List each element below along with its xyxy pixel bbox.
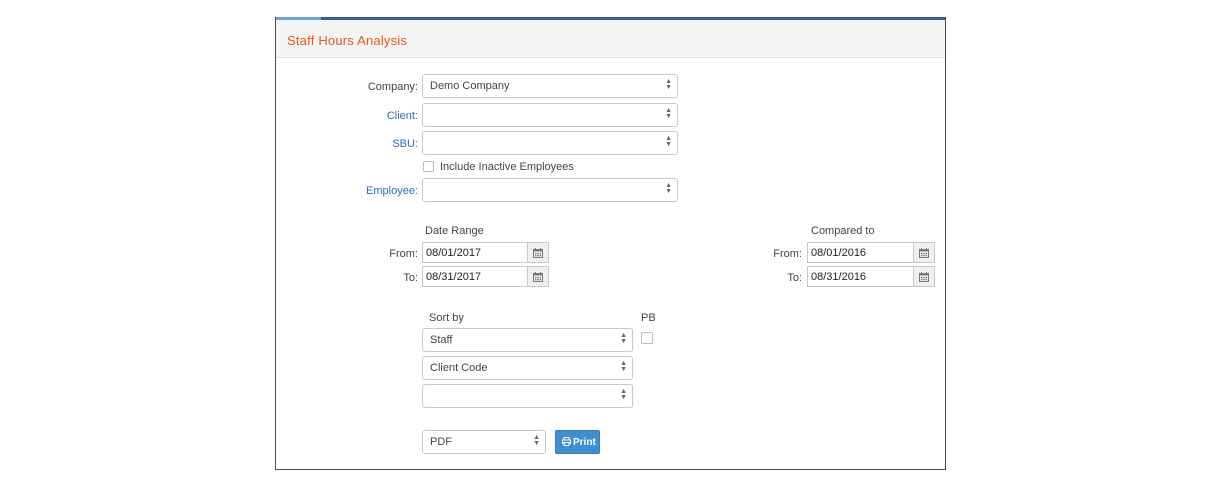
compared-to-calendar-button[interactable] <box>914 266 935 287</box>
pb-checkbox[interactable] <box>641 332 653 344</box>
updown-arrows-icon: ▲ ▼ <box>620 332 627 345</box>
date-range-to-value: 08/31/2017 <box>426 271 482 283</box>
print-button[interactable]: Print <box>555 430 600 454</box>
include-inactive-checkbox[interactable] <box>423 161 434 172</box>
updown-arrows-icon: ▲ ▼ <box>665 135 672 148</box>
include-inactive-label: Include Inactive Employees <box>440 161 574 173</box>
company-select[interactable]: Demo Company ▲ ▼ <box>422 74 678 98</box>
date-range-from-value: 08/01/2017 <box>426 247 482 259</box>
calendar-icon <box>919 272 929 282</box>
updown-arrows-icon: ▲ ▼ <box>533 434 540 447</box>
company-label: Company: <box>367 81 418 93</box>
updown-arrows-icon: ▲ ▼ <box>620 360 627 373</box>
compared-from-label: From: <box>773 248 802 260</box>
updown-arrows-icon: ▲ ▼ <box>665 182 672 195</box>
calendar-icon <box>533 272 543 282</box>
print-button-label: Print <box>573 437 596 448</box>
calendar-icon <box>919 248 929 258</box>
report-panel: Staff Hours Analysis Company: Demo Compa… <box>275 17 946 470</box>
panel-header: Staff Hours Analysis <box>276 20 945 58</box>
print-icon <box>562 437 571 446</box>
date-range-from-input[interactable]: 08/01/2017 <box>422 242 528 263</box>
compared-to-input[interactable]: 08/31/2016 <box>807 266 914 287</box>
format-select[interactable]: PDF ▲ ▼ <box>422 430 546 454</box>
date-range-to-calendar-button[interactable] <box>528 266 549 287</box>
company-select-value: Demo Company <box>430 80 510 92</box>
client-label[interactable]: Client: <box>336 110 418 122</box>
employee-select[interactable]: ▲ ▼ <box>422 178 678 202</box>
sbu-select[interactable]: ▲ ▼ <box>422 131 678 155</box>
pb-label: PB <box>641 312 656 324</box>
client-select[interactable]: ▲ ▼ <box>422 103 678 127</box>
updown-arrows-icon: ▲ ▼ <box>665 107 672 120</box>
updown-arrows-icon: ▲ ▼ <box>620 388 627 401</box>
updown-arrows-icon: ▲ ▼ <box>665 78 672 91</box>
compared-to-heading: Compared to <box>811 225 875 237</box>
page-title: Staff Hours Analysis <box>287 33 408 48</box>
format-select-value: PDF <box>430 436 452 448</box>
sort-select-2[interactable]: Client Code ▲ ▼ <box>422 356 633 380</box>
compared-to-label: To: <box>787 272 802 284</box>
compared-from-calendar-button[interactable] <box>914 242 935 263</box>
compared-from-input[interactable]: 08/01/2016 <box>807 242 914 263</box>
date-range-heading: Date Range <box>425 225 484 237</box>
date-range-from-calendar-button[interactable] <box>528 242 549 263</box>
compared-from-value: 08/01/2016 <box>811 247 867 259</box>
sort-select-1-value: Staff <box>430 334 453 346</box>
date-range-from-label: From: <box>389 248 418 260</box>
employee-label[interactable]: Employee: <box>336 185 418 197</box>
sort-select-2-value: Client Code <box>430 362 488 374</box>
date-range-to-label: To: <box>403 272 418 284</box>
sbu-label[interactable]: SBU: <box>336 138 418 150</box>
print-button-content: Print <box>562 437 596 448</box>
sort-select-3[interactable]: ▲ ▼ <box>422 384 633 408</box>
compared-to-value: 08/31/2016 <box>811 271 867 283</box>
sort-select-1[interactable]: Staff ▲ ▼ <box>422 328 633 352</box>
date-range-to-input[interactable]: 08/31/2017 <box>422 266 528 287</box>
sort-by-heading: Sort by <box>429 312 464 324</box>
calendar-icon <box>533 248 543 258</box>
